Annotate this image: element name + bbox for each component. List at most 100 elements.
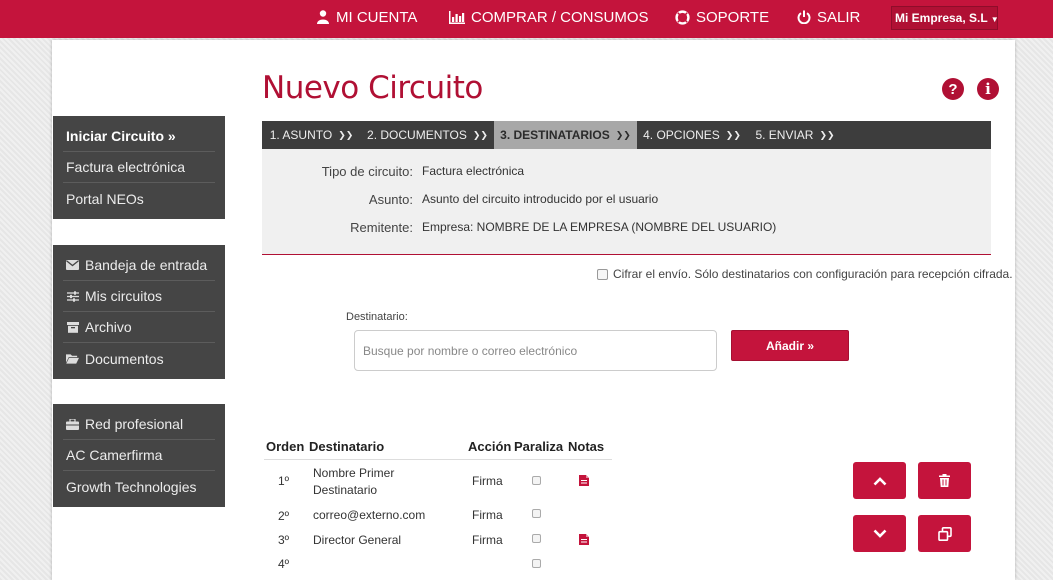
delete-button[interactable] xyxy=(918,462,971,499)
folder-icon xyxy=(66,353,79,364)
wizard-steps: 1. ASUNTO ❯❯ 2. DOCUMENTOS ❯❯ 3. DESTINATA… xyxy=(262,121,991,149)
sidebar-item-ac-camerfirma[interactable]: AC Camerfirma xyxy=(63,440,215,471)
sidebar-circuit-menu: Iniciar Circuito » Factura electrónica P… xyxy=(53,116,225,219)
chevron-down-icon xyxy=(873,529,886,538)
move-up-button[interactable] xyxy=(853,462,906,499)
summary-sender-label: Remitente: xyxy=(350,220,413,235)
column-header-notes: Notas xyxy=(568,439,605,454)
logout-label: SALIR xyxy=(817,8,861,26)
sidebar-item-label: Documentos xyxy=(85,350,164,367)
row-recipient: Nombre Primer Destinatario xyxy=(313,466,395,497)
sidebar-item-professional-network[interactable]: Red profesional xyxy=(63,409,215,440)
row-block-checkbox[interactable] xyxy=(532,509,541,518)
user-icon xyxy=(316,10,330,24)
sidebar-item-label: Bandeja de entrada xyxy=(85,257,208,273)
sidebar-item-archive[interactable]: Archivo xyxy=(63,312,215,343)
tab-recipients[interactable]: 3. DESTINATARIOS ❯❯ xyxy=(494,121,637,149)
row-order: 1º xyxy=(278,474,290,488)
step-label: 5. ENVIAR xyxy=(755,128,814,142)
purchases-link[interactable]: COMPRAR / CONSUMOS xyxy=(449,0,649,34)
row-action: Firma xyxy=(472,533,503,547)
row-block-checkbox[interactable] xyxy=(532,534,541,543)
tab-subject[interactable]: 1. ASUNTO ❯❯ xyxy=(262,121,361,149)
help-icon[interactable]: ? xyxy=(942,78,964,100)
sidebar-item-growth-technologies[interactable]: Growth Technologies xyxy=(63,471,215,502)
tab-documents[interactable]: 2. DOCUMENTOS ❯❯ xyxy=(361,121,494,149)
recipient-label: Destinatario: xyxy=(346,311,408,323)
table-header-divider xyxy=(264,459,612,460)
page-title: Nuevo Circuito xyxy=(262,70,483,106)
envelope-icon xyxy=(66,260,79,271)
sidebar-item-label: Portal NEOs xyxy=(66,190,144,207)
company-select-value: Mi Empresa, S.L xyxy=(895,11,988,25)
copy-button[interactable] xyxy=(918,515,971,552)
row-action: Firma xyxy=(472,508,503,522)
step-label: 3. DESTINATARIOS xyxy=(500,128,610,142)
sidebar-item-documents[interactable]: Documentos xyxy=(63,343,215,374)
sliders-icon xyxy=(66,290,79,302)
support-link[interactable]: SOPORTE xyxy=(674,0,769,34)
tab-send[interactable]: 5. ENVIAR ❯❯ xyxy=(747,121,843,149)
lifebuoy-icon xyxy=(674,9,690,25)
note-icon[interactable] xyxy=(579,534,589,545)
row-recipient: correo@externo.com xyxy=(313,508,426,522)
trash-icon xyxy=(939,474,950,487)
sidebar-item-label: AC Camerfirma xyxy=(66,447,163,463)
purchases-label: COMPRAR / CONSUMOS xyxy=(471,8,649,26)
column-header-action: Acción xyxy=(468,439,512,454)
logout-link[interactable]: SALIR xyxy=(797,0,860,34)
row-block-checkbox[interactable] xyxy=(532,559,541,568)
row-order: 4º xyxy=(278,557,290,571)
sidebar-item-start-circuit[interactable]: Iniciar Circuito » xyxy=(63,121,215,152)
step-label: 4. OPCIONES xyxy=(643,128,720,142)
chevron-down-icon: ❯❯ xyxy=(472,129,488,140)
column-header-blocks: Paraliza xyxy=(514,439,564,454)
caret-down-icon: ▼ xyxy=(990,15,998,24)
sidebar-item-label: Factura electrónica xyxy=(66,159,186,175)
summary-subject-value: Asunto del circuito introducido por el u… xyxy=(422,192,659,206)
sidebar-item-label: Red profesional xyxy=(85,416,184,432)
sidebar-network-menu: Red profesional AC Camerfirma Growth Tec… xyxy=(53,404,225,507)
tab-options[interactable]: 4. OPCIONES ❯❯ xyxy=(637,121,747,149)
bar-chart-icon xyxy=(449,10,465,24)
row-block-checkbox[interactable] xyxy=(532,476,541,485)
sidebar-item-portal-neos[interactable]: Portal NEOs xyxy=(63,183,215,214)
recipient-search-input[interactable] xyxy=(354,330,717,371)
sidebar-item-e-invoice[interactable]: Factura electrónica xyxy=(63,152,215,183)
sidebar-item-label: Archivo xyxy=(85,319,132,335)
step-label: 1. ASUNTO xyxy=(269,128,333,142)
sidebar-item-label: Iniciar Circuito » xyxy=(66,128,176,144)
info-icon[interactable]: i xyxy=(977,78,999,100)
chevron-down-icon: ❯❯ xyxy=(819,129,835,140)
row-recipient: Director General xyxy=(313,533,402,547)
chevron-down-icon: ❯❯ xyxy=(338,129,354,140)
briefcase-icon xyxy=(66,418,79,430)
summary-sender-value: Empresa: NOMBRE DE LA EMPRESA (NOMBRE DE… xyxy=(422,220,777,234)
sidebar-item-my-circuits[interactable]: Mis circuitos xyxy=(63,281,215,312)
row-action: Firma xyxy=(472,474,503,488)
move-down-button[interactable] xyxy=(853,515,906,552)
my-account-label: MI CUENTA xyxy=(336,8,418,26)
row-order: 3º xyxy=(278,533,290,547)
encrypt-label: Cifrar el envío. Sólo destinatarios con … xyxy=(613,267,1013,281)
step-label: 2. DOCUMENTOS xyxy=(367,128,467,142)
archive-icon xyxy=(66,321,79,333)
column-header-order: Orden xyxy=(266,439,305,454)
chevron-down-icon: ❯❯ xyxy=(615,129,631,140)
add-recipient-button[interactable]: Añadir » xyxy=(731,330,849,361)
encrypt-checkbox[interactable] xyxy=(597,268,608,280)
summary-type-value: Factura electrónica xyxy=(422,164,525,178)
chevron-up-icon xyxy=(873,476,886,485)
support-label: SOPORTE xyxy=(696,8,770,26)
sidebar-item-inbox[interactable]: Bandeja de entrada xyxy=(63,250,215,281)
summary-subject-label: Asunto: xyxy=(368,192,413,207)
column-header-recipient: Destinatario xyxy=(309,439,385,454)
company-select[interactable]: Mi Empresa, S.L ▼ xyxy=(891,6,998,30)
my-account-link[interactable]: MI CUENTA xyxy=(316,0,417,34)
copy-icon xyxy=(937,526,952,541)
top-bar: MI CUENTA COMPRAR / CONSUMOS SOPORTE SAL… xyxy=(0,0,1053,38)
summary-type-label: Tipo de circuito: xyxy=(321,164,413,179)
circuit-summary: Tipo de circuito: Factura electrónica As… xyxy=(262,149,991,255)
sidebar-main-menu: Bandeja de entrada Mis circuitos Archivo… xyxy=(53,245,225,379)
note-icon[interactable] xyxy=(579,475,589,486)
